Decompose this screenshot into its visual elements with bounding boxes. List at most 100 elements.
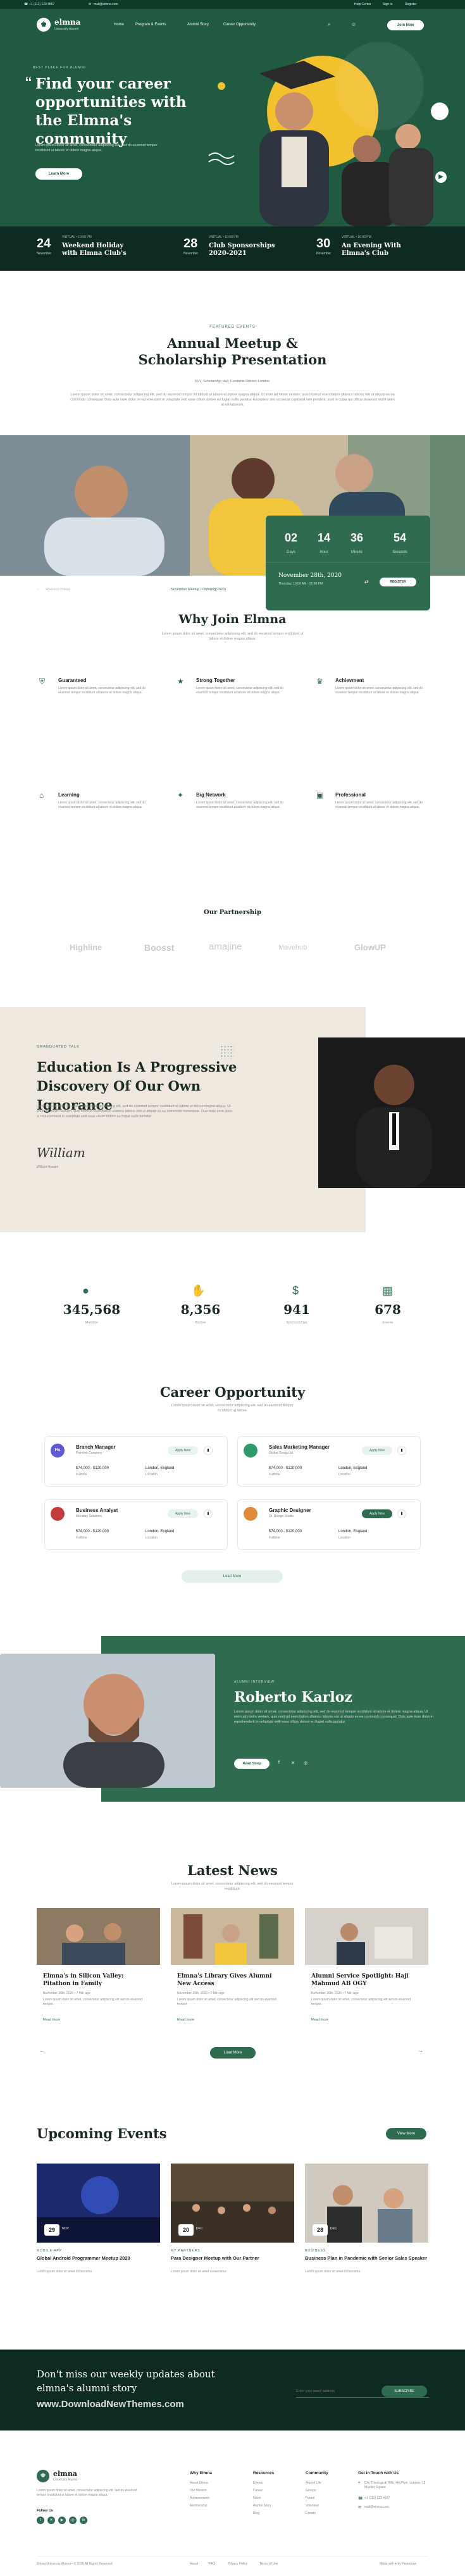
- footer-link[interactable]: Blog: [253, 2511, 259, 2516]
- event-title[interactable]: Club Sponsorships 2020-2021: [209, 242, 285, 257]
- news-item-title[interactable]: Elmna's Library Gives Alumni New Access: [177, 1972, 285, 1988]
- twitter-icon[interactable]: ✕: [291, 1761, 295, 1766]
- email-input[interactable]: [296, 2386, 372, 2396]
- hero-cta-button[interactable]: Learn More: [35, 168, 82, 180]
- news-image[interactable]: [37, 1908, 160, 1965]
- job-card[interactable]: [44, 1436, 228, 1487]
- nav-program[interactable]: Program & Events: [135, 23, 166, 27]
- nav-story[interactable]: Alumni Story: [187, 23, 209, 27]
- news-load-more-button[interactable]: Load More: [210, 2047, 256, 2059]
- facebook-icon[interactable]: f: [278, 1761, 280, 1765]
- youtube-icon[interactable]: ▶: [58, 2517, 66, 2524]
- upcoming-event-title[interactable]: Para Designer Meetup with Our Partner: [171, 2255, 294, 2262]
- facebook-icon[interactable]: f: [37, 2517, 44, 2524]
- twitter-icon[interactable]: ✕: [47, 2517, 55, 2524]
- apply-button[interactable]: Apply Now: [168, 1446, 198, 1455]
- job-title[interactable]: Branch Manager: [76, 1444, 116, 1450]
- footer-link[interactable]: Career: [253, 2489, 263, 2493]
- apply-button[interactable]: Apply Now: [362, 1509, 392, 1518]
- job-card[interactable]: [44, 1499, 228, 1550]
- footer-link[interactable]: Alumni Life: [306, 2481, 321, 2486]
- upcoming-event-title[interactable]: Business Plan in Pandemic with Senior Sa…: [305, 2255, 428, 2262]
- news-item-title[interactable]: Elmna's in Silicon Valley: Pitathon in F…: [43, 1972, 151, 1988]
- footer-link[interactable]: Donate: [306, 2511, 316, 2516]
- next-arrow-icon[interactable]: →: [418, 2047, 423, 2053]
- join-button[interactable]: Join Now: [387, 20, 424, 30]
- partner-logo[interactable]: Boosst: [144, 943, 174, 953]
- bookmark-icon[interactable]: ▮: [397, 1446, 406, 1455]
- news-image[interactable]: [305, 1908, 428, 1965]
- footer-link[interactable]: Alumni Story: [253, 2504, 271, 2508]
- contact-email[interactable]: mail@elmna.com: [364, 2505, 389, 2510]
- logo-icon[interactable]: ♚: [37, 18, 51, 32]
- job-title[interactable]: Graphic Designer: [269, 1508, 311, 1513]
- partner-logo[interactable]: GlowUP: [354, 943, 386, 952]
- subscribe-button[interactable]: SUBSCRIBE: [381, 2386, 427, 2397]
- footer-link[interactable]: Membership: [190, 2504, 208, 2508]
- next-event[interactable]: November Meetup / Ordering(2020): [171, 588, 226, 591]
- play-icon[interactable]: ▶: [435, 171, 447, 183]
- career-load-more-button[interactable]: Load More: [182, 1570, 283, 1583]
- why-item-text: Lorem ipsum dolor sit amet, consectetur …: [196, 686, 284, 695]
- footer-link[interactable]: Achievements: [190, 2496, 209, 2501]
- footer-link[interactable]: Volunteer: [306, 2504, 319, 2508]
- partner-logo[interactable]: Mavehub: [278, 944, 307, 951]
- bottom-link[interactable]: Privacy Policy: [228, 2562, 247, 2567]
- upcoming-event-title[interactable]: Global Android Programmer Meetup 2020: [37, 2255, 160, 2262]
- footer-brand[interactable]: elmna: [53, 2470, 77, 2478]
- bookmark-icon[interactable]: ▮: [204, 1509, 213, 1518]
- bookmark-icon[interactable]: ▮: [204, 1446, 213, 1455]
- instagram-icon[interactable]: ◎: [69, 2517, 77, 2524]
- event-date-day: 20: [178, 2224, 194, 2236]
- register-button[interactable]: REGISTER: [380, 578, 416, 586]
- news-item-title[interactable]: Alumni Service Spotlight: Haji Mahmud AB…: [311, 1972, 419, 1988]
- partner-logo[interactable]: amajine: [209, 941, 242, 952]
- job-title[interactable]: Sales Marketing Manager: [269, 1444, 330, 1450]
- topbar-help[interactable]: Help Center: [354, 3, 371, 6]
- event-meta: VIRTUAL • 10:00 PM: [342, 235, 371, 239]
- topbar-phone[interactable]: +1 (111) 123 4567: [29, 3, 54, 6]
- user-icon[interactable]: ☺: [351, 22, 356, 27]
- footer-link[interactable]: Forum: [306, 2496, 314, 2501]
- prev-arrow-icon[interactable]: ←: [37, 587, 40, 591]
- news-image[interactable]: [171, 1908, 294, 1965]
- linkedin-icon[interactable]: in: [80, 2517, 87, 2524]
- apply-button[interactable]: Apply Now: [362, 1446, 392, 1455]
- footer-col-title: Why Elmna: [190, 2471, 213, 2475]
- bottom-link[interactable]: Terms of Use: [259, 2562, 278, 2567]
- share-icon[interactable]: ⇄: [364, 579, 369, 585]
- apply-button[interactable]: Apply Now: [168, 1509, 198, 1518]
- footer-link[interactable]: Our Mission: [190, 2489, 207, 2493]
- news-read-more[interactable]: Read more: [177, 2018, 194, 2022]
- partner-logo[interactable]: Highline: [70, 943, 102, 952]
- job-location: London, England: [146, 1530, 175, 1533]
- news-read-more[interactable]: Read more: [311, 2018, 328, 2022]
- footer-link[interactable]: News: [253, 2496, 261, 2501]
- bottom-link[interactable]: FAQ: [209, 2562, 215, 2567]
- news-read-more[interactable]: Read more: [43, 2018, 60, 2022]
- topbar-email[interactable]: mail@elmna.com: [94, 3, 118, 6]
- job-card[interactable]: [237, 1436, 421, 1487]
- footer-link[interactable]: Groups: [306, 2489, 316, 2493]
- contact-phone[interactable]: +1 (111) 123 4567: [364, 2496, 390, 2501]
- topbar-register[interactable]: Register: [405, 3, 417, 6]
- job-card[interactable]: [237, 1499, 421, 1550]
- bookmark-icon[interactable]: ▮: [397, 1509, 406, 1518]
- footer-link[interactable]: Events: [253, 2481, 263, 2486]
- prev-event[interactable]: Weekend Holiday: [46, 588, 70, 591]
- view-more-button[interactable]: View More: [386, 2128, 426, 2139]
- search-icon[interactable]: ⌕: [328, 22, 330, 28]
- footer-logo-icon[interactable]: ♚: [37, 2470, 49, 2482]
- event-title[interactable]: Weekend Holiday with Elmna Club's: [62, 242, 138, 257]
- brand-name[interactable]: elmna: [54, 18, 80, 27]
- nav-career[interactable]: Career Opportunity: [223, 23, 256, 27]
- read-story-button[interactable]: Read Story: [234, 1759, 270, 1769]
- job-title[interactable]: Business Analyst: [76, 1508, 118, 1513]
- instagram-icon[interactable]: ◎: [304, 1761, 307, 1766]
- prev-arrow-icon[interactable]: ←: [39, 2047, 45, 2053]
- footer-link[interactable]: About Elmna: [190, 2481, 208, 2486]
- bottom-link[interactable]: About: [190, 2562, 198, 2567]
- event-title[interactable]: An Evening With Elmna's Club: [342, 242, 430, 257]
- topbar-signin[interactable]: Sign In: [383, 3, 393, 6]
- nav-home[interactable]: Home: [114, 23, 124, 27]
